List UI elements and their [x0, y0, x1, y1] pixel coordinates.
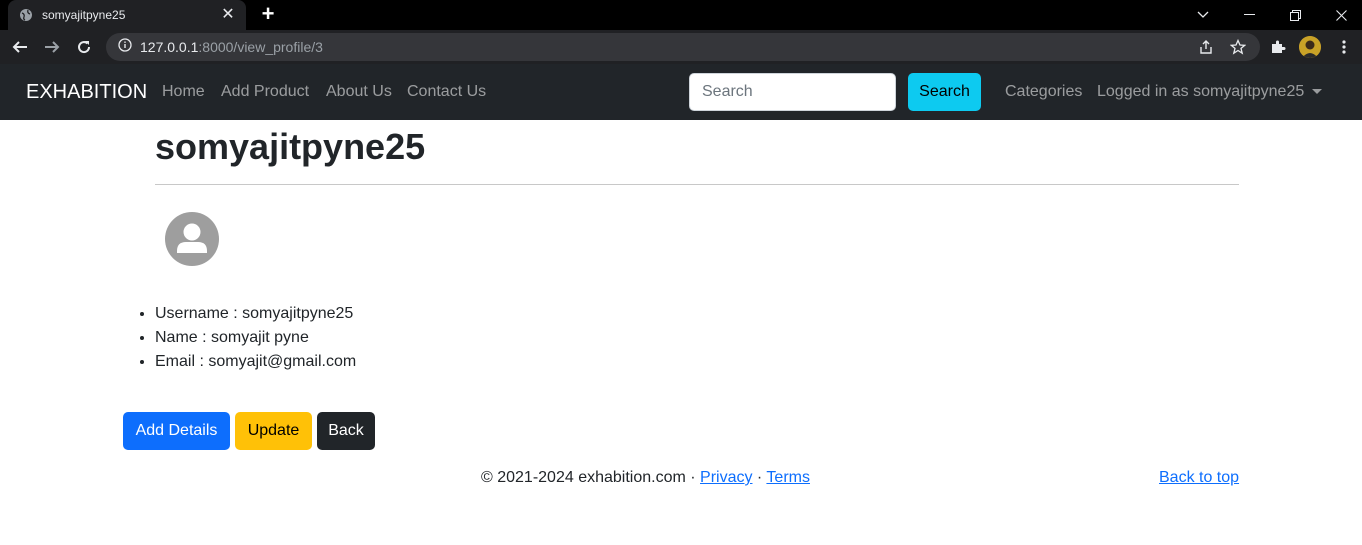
- browser-tab-strip: somyajitpyne25 ✕ +: [0, 0, 1362, 30]
- nav-link-categories[interactable]: Categories: [1005, 83, 1082, 101]
- chrome-menu-icon[interactable]: [1332, 35, 1356, 59]
- minimize-icon[interactable]: [1226, 0, 1272, 30]
- tab-search-icon[interactable]: [1180, 0, 1226, 30]
- site-info-icon[interactable]: [118, 37, 132, 57]
- name-item: Name : somyajit pyne: [155, 326, 356, 350]
- footer-separator: ·: [752, 469, 767, 486]
- tab-title: somyajitpyne25: [42, 8, 126, 22]
- share-icon[interactable]: [1195, 36, 1217, 58]
- nav-link-contact-us[interactable]: Contact Us: [407, 83, 486, 101]
- new-tab-icon[interactable]: +: [258, 3, 278, 25]
- back-to-top-link[interactable]: Back to top: [1159, 469, 1239, 487]
- update-button[interactable]: Update: [235, 412, 312, 450]
- user-avatar-icon: [164, 211, 220, 267]
- user-menu-label: Logged in as somyajitpyne25: [1097, 83, 1305, 100]
- profile-avatar-icon[interactable]: [1298, 35, 1322, 59]
- nav-link-about-us[interactable]: About Us: [326, 83, 392, 101]
- copyright-text: © 2021-2024 exhabition.com ·: [481, 469, 701, 486]
- caret-down-icon: [1312, 89, 1323, 95]
- nav-link-add-product[interactable]: Add Product: [221, 83, 309, 101]
- site-navbar: EXHABITION Home Add Product About Us Con…: [0, 64, 1362, 120]
- back-button[interactable]: Back: [317, 412, 375, 450]
- back-arrow-icon[interactable]: [8, 35, 32, 59]
- nav-link-home[interactable]: Home: [162, 83, 205, 101]
- footer-copyright: © 2021-2024 exhabition.com · Privacy · T…: [481, 469, 810, 487]
- page-title: somyajitpyne25: [155, 126, 426, 167]
- brand-logo[interactable]: EXHABITION: [26, 81, 147, 104]
- close-window-icon[interactable]: [1318, 0, 1362, 30]
- username-item: Username : somyajitpyne25: [155, 302, 356, 326]
- restore-icon[interactable]: [1272, 0, 1318, 30]
- user-menu-dropdown[interactable]: Logged in as somyajitpyne25: [1097, 83, 1323, 101]
- divider: [155, 184, 1239, 185]
- add-details-button[interactable]: Add Details: [123, 412, 230, 450]
- terms-link[interactable]: Terms: [766, 469, 810, 486]
- browser-tab[interactable]: somyajitpyne25 ✕: [8, 0, 246, 30]
- browser-toolbar: 127.0.0.1:8000/view_profile/3: [0, 30, 1362, 64]
- address-bar[interactable]: 127.0.0.1:8000/view_profile/3: [106, 33, 1260, 61]
- email-item: Email : somyajit@gmail.com: [155, 350, 356, 374]
- url-text: 127.0.0.1:8000/view_profile/3: [140, 39, 323, 55]
- forward-arrow-icon[interactable]: [40, 35, 64, 59]
- profile-details-list: Username : somyajitpyne25 Name : somyaji…: [155, 302, 356, 374]
- search-input[interactable]: [689, 73, 896, 111]
- reload-icon[interactable]: [72, 35, 96, 59]
- extensions-puzzle-icon[interactable]: [1266, 35, 1290, 59]
- search-button[interactable]: Search: [908, 73, 981, 111]
- bookmark-star-icon[interactable]: [1227, 36, 1249, 58]
- close-tab-icon[interactable]: ✕: [220, 7, 236, 23]
- globe-icon: [18, 7, 34, 23]
- privacy-link[interactable]: Privacy: [700, 469, 752, 486]
